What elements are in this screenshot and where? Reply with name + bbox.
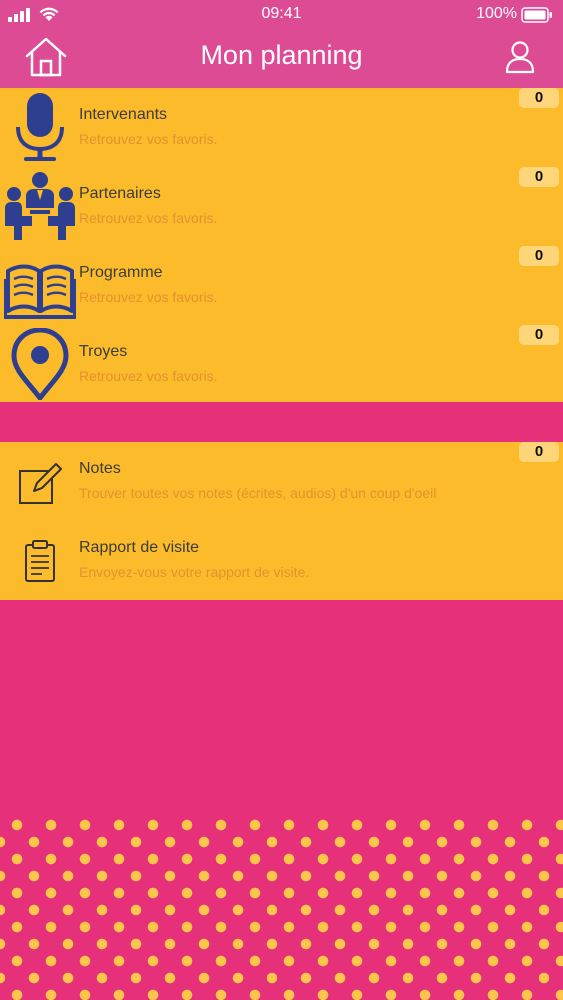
count-badge: 0 — [519, 442, 559, 462]
list-item-troyes[interactable]: Troyes Retrouvez vos favoris. 0 — [0, 325, 563, 404]
list-item-label: Notes — [79, 460, 121, 477]
list-item-notes[interactable]: Notes Trouver toutes vos notes (écrites,… — [0, 442, 563, 521]
dot-pattern-offset — [0, 825, 563, 1000]
page-title: Mon planning — [200, 40, 363, 70]
app-header: 09:41 100% Mon planning — [0, 0, 563, 88]
count-badge: 0 — [519, 88, 559, 108]
count-badge: 0 — [519, 246, 559, 266]
battery-icon — [521, 7, 552, 23]
status-bar: 09:41 100% — [0, 0, 563, 30]
list-item-subtitle: Retrouvez vos favoris. — [79, 289, 218, 305]
battery-percentage: 100% — [476, 5, 517, 22]
count-badge: 0 — [519, 167, 559, 187]
favorites-panel: Intervenants Retrouvez vos favoris. 0 Pa… — [0, 88, 563, 402]
list-item-label: Troyes — [79, 343, 128, 360]
edit-note-icon — [19, 463, 62, 504]
tools-panel: Notes Trouver toutes vos notes (écrites,… — [0, 442, 563, 600]
list-item-programme[interactable]: Programme Retrouvez vos favoris. 0 — [0, 246, 563, 325]
location-pin-icon — [11, 328, 69, 400]
list-item-subtitle: Trouver toutes vos notes (écrites, audio… — [79, 485, 437, 501]
list-item-label: Programme — [79, 264, 163, 281]
list-item-subtitle: Retrouvez vos favoris. — [79, 210, 218, 226]
list-item-label: Intervenants — [79, 106, 168, 123]
list-item-intervenants[interactable]: Intervenants Retrouvez vos favoris. 0 — [0, 88, 563, 167]
list-item-label: Partenaires — [79, 185, 161, 202]
list-item-subtitle: Retrouvez vos favoris. — [79, 131, 218, 147]
book-icon — [4, 264, 76, 319]
clipboard-icon — [25, 540, 55, 582]
partners-icon — [5, 172, 75, 240]
microphone-icon — [16, 93, 64, 161]
list-item-rapport-de-visite[interactable]: Rapport de visite Envoyez-vous votre rap… — [0, 521, 563, 600]
list-item-partenaires[interactable]: Partenaires Retrouvez vos favoris. 0 — [0, 167, 563, 246]
list-item-subtitle: Envoyez-vous votre rapport de visite. — [79, 564, 310, 580]
user-icon[interactable] — [505, 40, 535, 74]
list-item-subtitle: Retrouvez vos favoris. — [79, 368, 218, 384]
count-badge: 0 — [519, 325, 559, 345]
list-item-label: Rapport de visite — [79, 539, 200, 556]
